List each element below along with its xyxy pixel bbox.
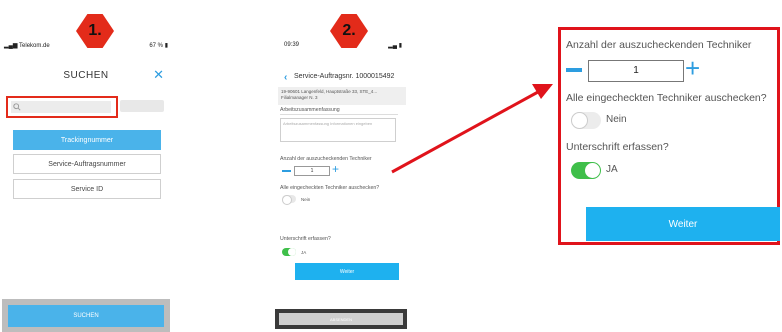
zoom-checkout-all-label: Alle eingecheckten Techniker auschecken? [566, 92, 767, 104]
zoom-signature-toggle[interactable] [571, 162, 601, 179]
minus-icon[interactable] [566, 68, 582, 72]
zoom-checkout-all-toggle[interactable] [571, 112, 601, 129]
plus-icon[interactable]: + [685, 55, 700, 81]
zoom-technicians-quantity-input[interactable]: 1 [588, 60, 684, 82]
zoom-technicians-label: Anzahl der auszucheckenden Techniker [566, 39, 752, 51]
zoom-signature-label: Unterschrift erfassen? [566, 141, 669, 153]
zoom-signature-value: JA [606, 164, 618, 175]
zoom-weiter-button[interactable]: Weiter [586, 207, 780, 241]
zoom-panel: Anzahl der auszucheckenden Techniker 1 +… [558, 27, 780, 245]
zoom-checkout-all-value: Nein [606, 114, 627, 125]
